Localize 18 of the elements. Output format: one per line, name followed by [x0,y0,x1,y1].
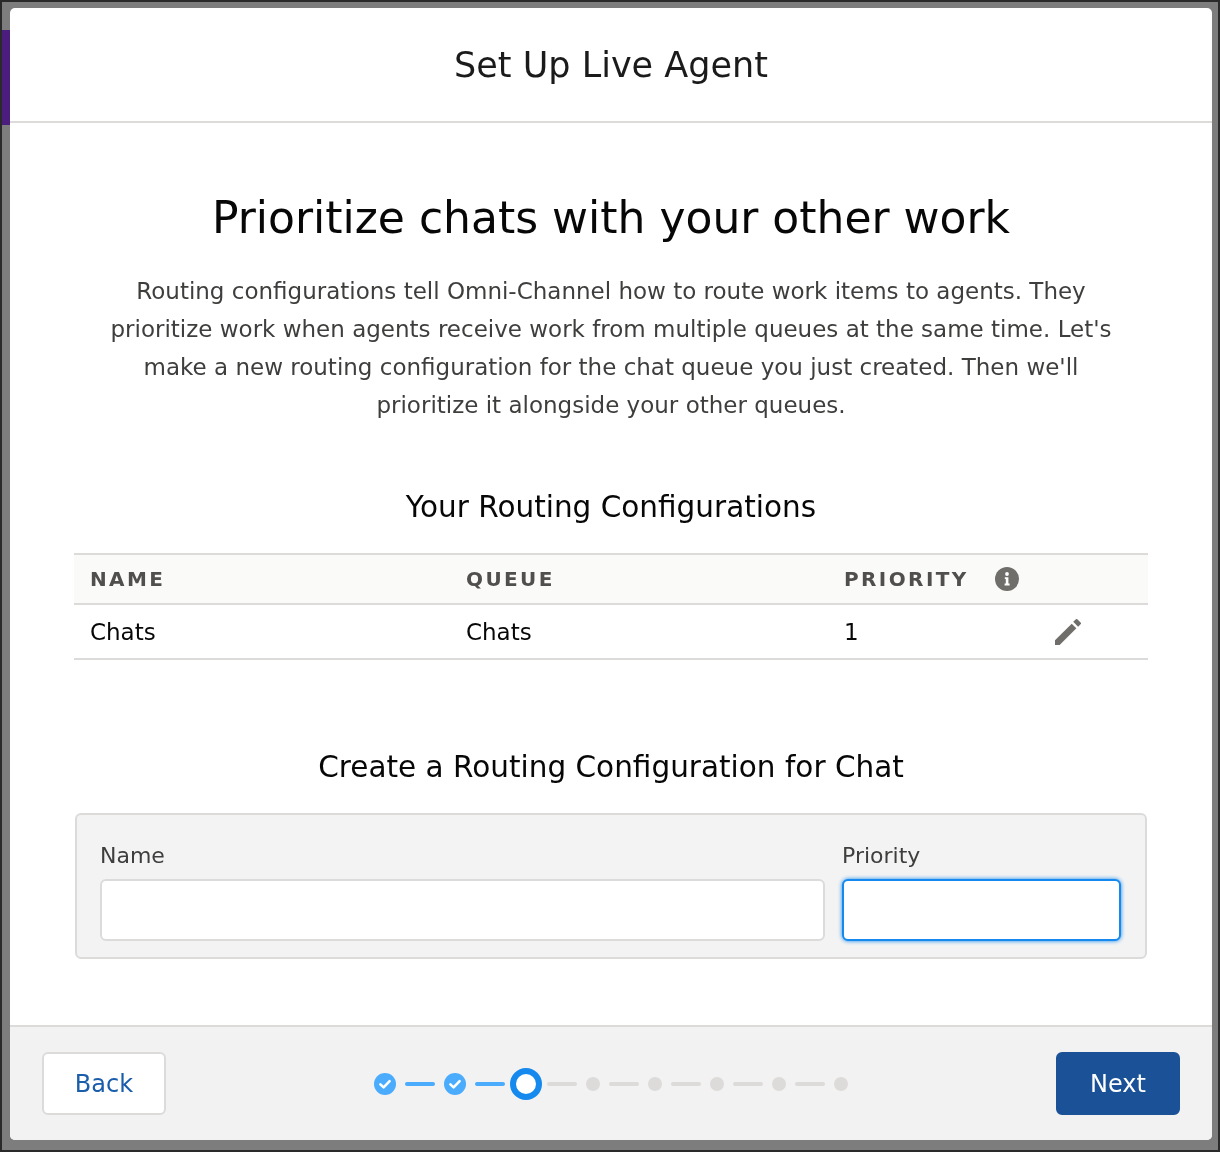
pencil-icon[interactable] [1055,618,1081,645]
field-label: Name [100,842,165,870]
info-icon[interactable] [994,567,1019,591]
column-header: PRIORITY [844,567,969,591]
section-title: Your Routing Configurations [405,489,817,526]
back-button[interactable]: Back [42,1052,166,1115]
input-field[interactable] [842,879,1121,941]
next-button[interactable]: Next [1056,1052,1180,1115]
column-header: QUEUE [466,567,555,591]
column-header: NAME [90,567,166,591]
modal-title: Set Up Live Agent [454,43,768,87]
table-cell: 1 [828,604,1028,659]
step-description: Routing configurations tell Omni-Channel how to route work items to agents. They prioritize work when agents receive work from multiple queues at the same time. Let's make a new routing configuration for the chat queue you just created. Then we'll prioritize it alongside your other queues. [109,277,1113,420]
table-cell: Chats [74,604,450,659]
section-title: Create a Routing Configuration for Chat [318,749,904,786]
field-label: Priority [842,842,921,870]
step-heading: Prioritize chats with your other work [211,191,1011,245]
table-cell: Chats [450,604,828,659]
